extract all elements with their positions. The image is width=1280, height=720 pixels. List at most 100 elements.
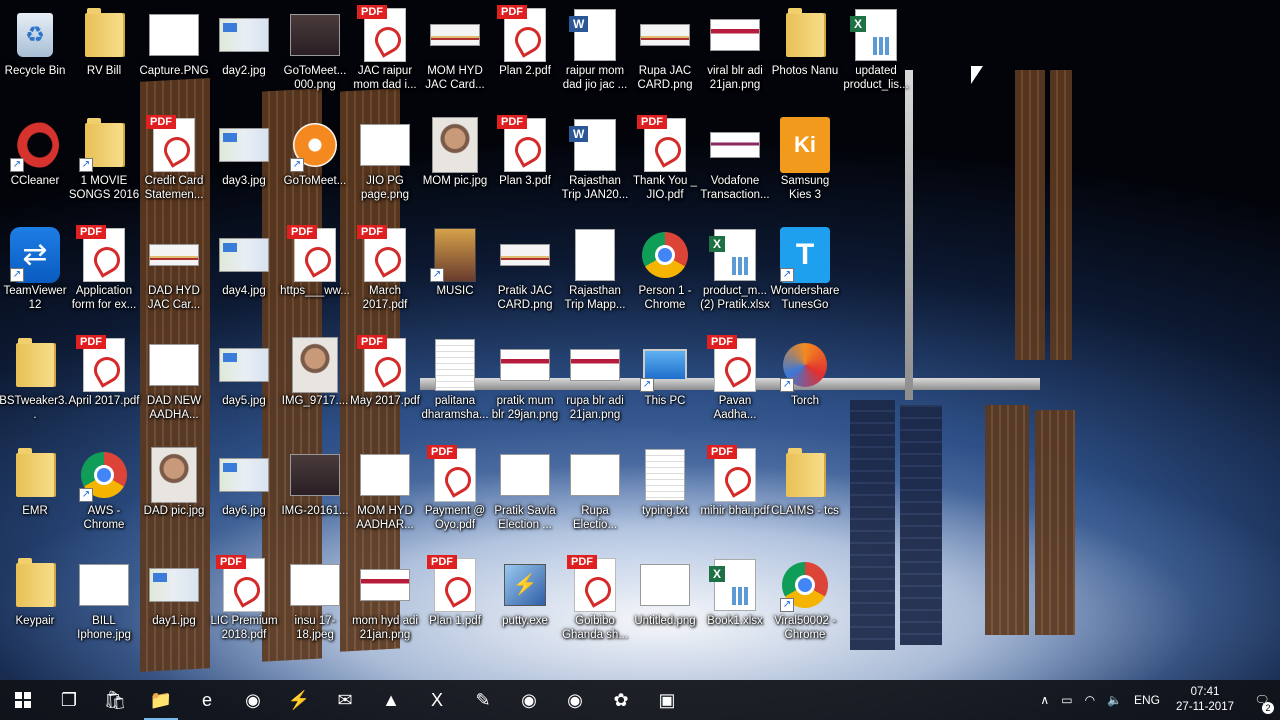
desktop-icon[interactable]: RV Bill (67, 0, 141, 108)
desktop-icon[interactable]: raipur mom dad jio jac ... (558, 0, 632, 108)
desktop-icon[interactable]: IMG-20161... (278, 440, 352, 548)
desktop-icon[interactable]: Rupa Electio... (558, 440, 632, 548)
desktop-icon[interactable]: day5.jpg (207, 330, 281, 438)
desktop-icon[interactable]: IMG_9717.... (278, 330, 352, 438)
desktop-icon[interactable]: PDF Pavan Aadha... (698, 330, 772, 438)
solar-array (850, 400, 895, 650)
desktop-icon[interactable]: Rajasthan Trip JAN20... (558, 110, 632, 218)
desktop-icon[interactable]: ↗ Torch (768, 330, 842, 438)
language-indicator[interactable]: ENG (1128, 693, 1166, 707)
desktop-icon[interactable]: DAD NEW AADHA... (137, 330, 211, 438)
desktop-icon[interactable]: PDF Plan 2.pdf (488, 0, 562, 108)
desktop-icon[interactable]: CLAIMS - tcs (768, 440, 842, 548)
chevron-up-icon[interactable]: ∧ (1034, 693, 1055, 707)
desktop-icon[interactable]: Rajasthan Trip Mapp... (558, 220, 632, 328)
desktop-icon[interactable]: MOM HYD JAC Card... (418, 0, 492, 108)
desktop-icon[interactable]: ♻ Recycle Bin (0, 0, 72, 108)
notepad-taskbar-button[interactable]: ✎ (460, 680, 506, 720)
desktop-icon[interactable]: Ki Samsung Kies 3 (768, 110, 842, 218)
desktop-icon[interactable]: PDF Plan 3.pdf (488, 110, 562, 218)
edge-taskbar-button[interactable]: e (184, 680, 230, 720)
desktop-icon[interactable]: typing.txt (628, 440, 702, 548)
desktop-icon[interactable]: BSTweaker3... (0, 330, 72, 438)
chrome-profile-taskbar-button[interactable]: ◉ (506, 680, 552, 720)
chrome-profile2-taskbar-button[interactable]: ◉ (552, 680, 598, 720)
desktop-icon[interactable]: ↗ GoToMeet... (278, 110, 352, 218)
desktop-icon[interactable]: Keypair (0, 550, 72, 658)
desktop-icon[interactable]: PDF Payment @ Oyo.pdf (418, 440, 492, 548)
file-explorer-taskbar-button[interactable]: 📁 (138, 680, 184, 720)
desktop-icon[interactable]: Rupa JAC CARD.png (628, 0, 702, 108)
desktop-icon[interactable]: PDF https___ww... (278, 220, 352, 328)
desktop-icon[interactable]: PDF April 2017.pdf (67, 330, 141, 438)
desktop-icon[interactable]: day4.jpg (207, 220, 281, 328)
desktop-icon[interactable]: ↗ MUSIC (418, 220, 492, 328)
desktop-icon[interactable]: Capture.PNG (137, 0, 211, 108)
volume-icon[interactable]: 🔈 (1101, 693, 1128, 707)
desktop-icon[interactable]: PDF Application form for ex... (67, 220, 141, 328)
desktop-icon[interactable]: PDF Goibibo Ghanda sh... (558, 550, 632, 658)
desktop-icon[interactable]: Person 1 - Chrome (628, 220, 702, 328)
desktop-icon[interactable]: PDF March 2017.pdf (348, 220, 422, 328)
desktop-icon[interactable]: ↗ 1 MOVIE SONGS 2016 (67, 110, 141, 218)
desktop-icon[interactable]: EMR (0, 440, 72, 548)
mail-taskbar-button[interactable]: ✉ (322, 680, 368, 720)
desktop-icon[interactable]: BILL Iphone.jpg (67, 550, 141, 658)
excel-taskbar-button[interactable]: X (414, 680, 460, 720)
desktop-icon[interactable]: Vodafone Transaction... (698, 110, 772, 218)
clock[interactable]: 07:41 27-11-2017 (1166, 685, 1244, 715)
desktop-icon[interactable]: PDF May 2017.pdf (348, 330, 422, 438)
desktop-icon[interactable]: DAD HYD JAC Car... (137, 220, 211, 328)
desktop-icon[interactable]: JIO PG page.png (348, 110, 422, 218)
desktop-icon[interactable]: Photos Nanu (768, 0, 842, 108)
vlc-taskbar-button[interactable]: ▲ (368, 680, 414, 720)
desktop-icon[interactable]: insu 17-18.jpeg (278, 550, 352, 658)
task-view-taskbar-button[interactable]: ❐ (46, 680, 92, 720)
desktop-icon[interactable]: Untitled.png (628, 550, 702, 658)
desktop-icon[interactable]: ↗ Viral50002 - Chrome (768, 550, 842, 658)
start-button[interactable] (0, 680, 46, 720)
desktop-icon[interactable]: DAD pic.jpg (137, 440, 211, 548)
desktop-icon[interactable]: PDF Thank You _ JIO.pdf (628, 110, 702, 218)
pdf-icon: PDF (637, 115, 690, 172)
desktop-icon[interactable]: day6.jpg (207, 440, 281, 548)
desktop-icon[interactable]: mom hyd adi 21jan.png (348, 550, 422, 658)
desktop-icon[interactable]: T ↗ Wondershare TunesGo (768, 220, 842, 328)
desktop-icon[interactable]: Book1.xlsx (698, 550, 772, 658)
desktop-icon[interactable]: viral blr adi 21jan.png (698, 0, 772, 108)
desktop-icon[interactable]: day2.jpg (207, 0, 281, 108)
store-taskbar-button[interactable]: 🛍 (92, 680, 138, 720)
desktop-icon[interactable]: PDF Credit Card Statemen... (137, 110, 211, 218)
desktop-icon[interactable]: product_m... (2) Pratik.xlsx (698, 220, 772, 328)
gotomeeting-taskbar-button[interactable]: ✿ (598, 680, 644, 720)
desktop-icon[interactable]: pratik mum blr 29jan.png (488, 330, 562, 438)
desktop-icon[interactable]: PDF LIC Premium 2018.pdf (207, 550, 281, 658)
desktop-icon[interactable]: ↗ AWS - Chrome (67, 440, 141, 548)
powerpoint-taskbar-button[interactable]: ▣ (644, 680, 690, 720)
desktop-icon[interactable]: MOM pic.jpg (418, 110, 492, 218)
desktop-icon[interactable]: PDF mihir bhai.pdf (698, 440, 772, 548)
desktop-icon[interactable]: updated product_lis... (839, 0, 913, 108)
desktop-icon[interactable]: rupa blr adi 21jan.png (558, 330, 632, 438)
wifi-icon[interactable]: ◠ (1079, 693, 1101, 707)
battery-icon[interactable]: ▭ (1055, 693, 1078, 707)
desktop-icon[interactable]: Pratik Savla Election ... (488, 440, 562, 548)
desktop-icon[interactable]: day1.jpg (137, 550, 211, 658)
desktop-icon[interactable]: ⇄ ↗ TeamViewer 12 (0, 220, 72, 328)
desktop-icon[interactable]: palitana dharamsha... (418, 330, 492, 438)
network-tool-taskbar-button[interactable]: ⚡ (276, 680, 322, 720)
desktop-icon-label: TeamViewer 12 (3, 285, 67, 311)
desktop-icon[interactable]: ↗ This PC (628, 330, 702, 438)
desktop-icon[interactable]: MOM HYD AADHAR... (348, 440, 422, 548)
desktop-icon[interactable]: PDF JAC raipur mom dad i... (348, 0, 422, 108)
desktop-icon[interactable]: GoToMeet... 000.png (278, 0, 352, 108)
desktop-icon[interactable]: Pratik JAC CARD.png (488, 220, 562, 328)
desktop-icon[interactable]: ⚡ putty.exe (488, 550, 562, 658)
desktop-icon[interactable]: day3.jpg (207, 110, 281, 218)
desktop-icon[interactable]: ↗ CCleaner (0, 110, 72, 218)
action-center-button[interactable]: 🗨 2 (1244, 680, 1280, 720)
map-graphic (149, 568, 199, 602)
desktop-icon[interactable]: PDF Plan 1.pdf (418, 550, 492, 658)
chrome-taskbar-button[interactable]: ◉ (230, 680, 276, 720)
desktop-icon-label: CLAIMS - tcs (771, 505, 839, 517)
